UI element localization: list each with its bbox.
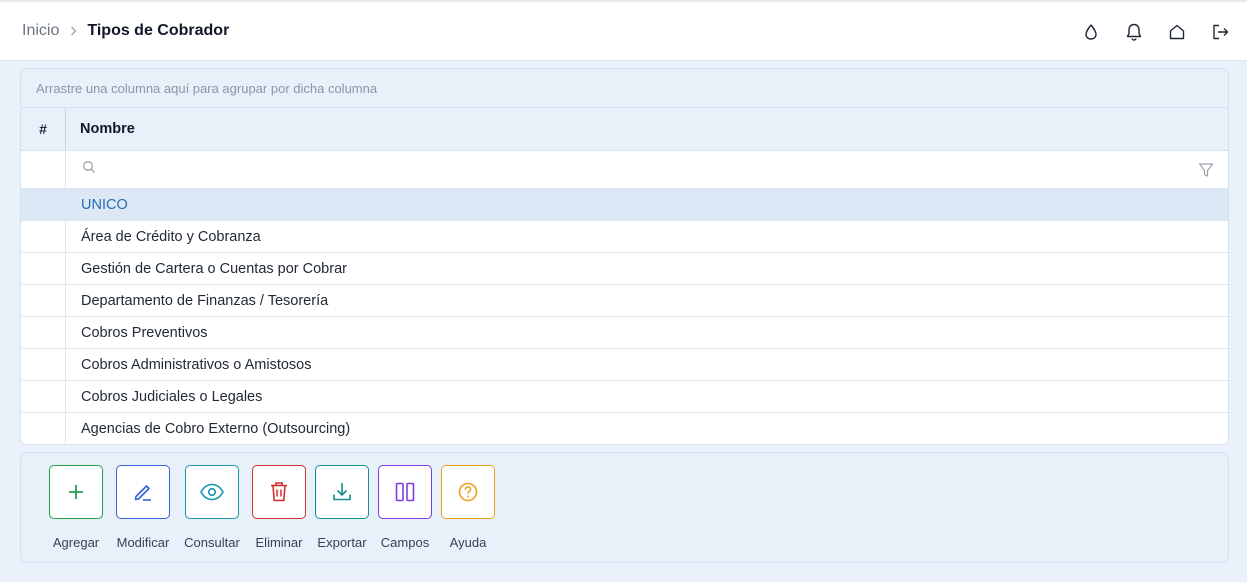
exportar-button[interactable]	[315, 465, 369, 519]
pencil-icon	[131, 480, 155, 504]
modificar-label: Modificar	[116, 535, 170, 550]
help-icon	[457, 481, 479, 503]
top-toolbar	[1059, 2, 1231, 61]
home-icon[interactable]	[1166, 21, 1188, 43]
consultar-button[interactable]	[185, 465, 239, 519]
table-row[interactable]: Departamento de Finanzas / Tesorería	[21, 285, 1228, 317]
eliminar-label: Eliminar	[255, 535, 303, 550]
row-name-cell: Cobros Judiciales o Legales	[81, 388, 263, 405]
logout-icon[interactable]	[1209, 21, 1231, 43]
table-row[interactable]: Cobros Judiciales o Legales	[21, 381, 1228, 413]
campos-label: Campos	[380, 535, 430, 550]
eliminar-action[interactable]: Eliminar	[245, 465, 313, 550]
eliminar-button[interactable]	[252, 465, 306, 519]
search-icon	[82, 160, 96, 179]
row-number-cell	[21, 317, 66, 348]
agregar-button[interactable]	[49, 465, 103, 519]
breadcrumb: Inicio Tipos de Cobrador	[22, 22, 229, 40]
filter-cell-number	[21, 151, 66, 188]
modificar-button[interactable]	[116, 465, 170, 519]
theme-drop-icon[interactable]	[1080, 21, 1102, 43]
table-row[interactable]: Gestión de Cartera o Cuentas por Cobrar	[21, 253, 1228, 285]
filter-cell-nombre	[66, 151, 1228, 188]
chevron-right-icon	[70, 26, 77, 36]
agregar-label: Agregar	[52, 535, 100, 550]
agregar-action[interactable]: Agregar	[42, 465, 110, 550]
trash-icon	[268, 480, 290, 504]
eye-icon	[199, 483, 225, 501]
row-name-cell: Cobros Administrativos o Amistosos	[81, 356, 312, 373]
bell-icon[interactable]	[1123, 21, 1145, 43]
top-bar: Inicio Tipos de Cobrador	[0, 0, 1247, 61]
campos-action[interactable]: Campos	[371, 465, 439, 550]
row-number-cell	[21, 381, 66, 412]
download-icon	[330, 480, 354, 504]
row-name-cell: Agencias de Cobro Externo (Outsourcing)	[81, 421, 351, 437]
row-number-cell	[21, 189, 66, 220]
row-number-cell	[21, 285, 66, 316]
breadcrumb-home-link[interactable]: Inicio	[22, 22, 59, 40]
row-number-cell	[21, 253, 66, 284]
filter-input[interactable]	[104, 154, 1228, 185]
filter-row	[21, 151, 1228, 189]
row-name-cell: UNICO	[81, 196, 128, 213]
data-grid: Arrastre una columna aquí para agrupar p…	[20, 68, 1229, 445]
table-row[interactable]: Cobros Administrativos o Amistosos	[21, 349, 1228, 381]
page-title: Tipos de Cobrador	[87, 22, 230, 39]
grid-header-row: # Nombre	[21, 108, 1228, 151]
columns-icon	[393, 480, 417, 504]
consultar-label: Consultar	[184, 535, 240, 550]
row-name-cell: Gestión de Cartera o Cuentas por Cobrar	[81, 260, 347, 277]
row-name-cell: Departamento de Finanzas / Tesorería	[81, 292, 329, 309]
row-number-cell	[21, 221, 66, 252]
ayuda-button[interactable]	[441, 465, 495, 519]
action-toolbar: Agregar Modificar Consultar Eliminar Exporta…	[20, 452, 1229, 563]
ayuda-label: Ayuda	[449, 535, 487, 550]
campos-button[interactable]	[378, 465, 432, 519]
plus-icon	[66, 482, 86, 502]
row-number-cell	[21, 349, 66, 380]
row-name-cell: Cobros Preventivos	[81, 324, 208, 341]
consultar-action[interactable]: Consultar	[178, 465, 246, 550]
table-row[interactable]: Agencias de Cobro Externo (Outsourcing)	[21, 413, 1228, 444]
ayuda-action[interactable]: Ayuda	[434, 465, 502, 550]
table-row[interactable]: UNICO	[21, 189, 1228, 221]
group-panel[interactable]: Arrastre una columna aquí para agrupar p…	[21, 69, 1228, 108]
filter-icon[interactable]	[1198, 162, 1214, 178]
column-header-nombre[interactable]: Nombre	[66, 108, 1228, 150]
column-header-number[interactable]: #	[21, 108, 66, 150]
exportar-action[interactable]: Exportar	[308, 465, 376, 550]
exportar-label: Exportar	[317, 535, 367, 550]
table-row[interactable]: Cobros Preventivos	[21, 317, 1228, 349]
table-row[interactable]: Área de Crédito y Cobranza	[21, 221, 1228, 253]
row-name-cell: Área de Crédito y Cobranza	[81, 228, 261, 245]
row-number-cell	[21, 413, 66, 444]
modificar-action[interactable]: Modificar	[109, 465, 177, 550]
grid-rows: UNICO Área de Crédito y Cobranza Gestión d…	[21, 189, 1228, 444]
